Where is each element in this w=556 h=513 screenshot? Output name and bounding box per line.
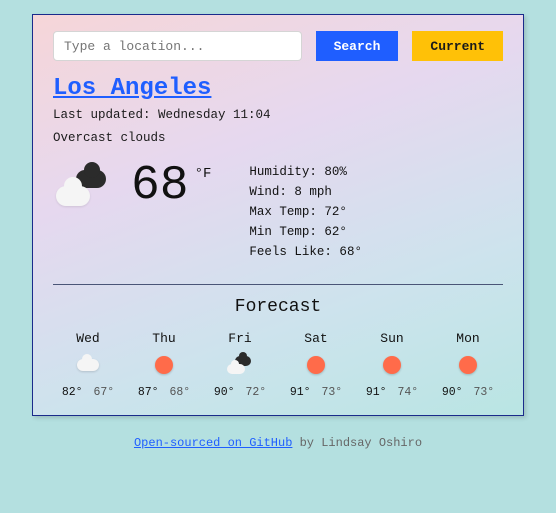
sun-icon [281,352,351,378]
forecast-title: Forecast [53,297,503,317]
forecast-hi: 90° [214,386,235,399]
forecast-lo: 68° [169,386,190,399]
condition-text: Overcast clouds [53,129,503,148]
forecast-temps: 90° 72° [205,386,275,399]
sun-icon [129,352,199,378]
forecast-row: Wed 82° 67° Thu 87° 68° Fri 90° 72° Sat 91° 73°… [53,331,503,399]
forecast-temps: 82° 67° [53,386,123,399]
forecast-temps: 87° 68° [129,386,199,399]
forecast-hi: 87° [138,386,159,399]
forecast-day: Sat 91° 73° [281,331,351,399]
forecast-day-name: Mon [433,331,503,346]
forecast-hi: 91° [290,386,311,399]
search-button[interactable]: Search [316,31,399,61]
search-row: Search Current [53,31,503,61]
forecast-temps: 90° 73° [433,386,503,399]
forecast-hi: 91° [366,386,387,399]
forecast-day: Wed 82° 67° [53,331,123,399]
forecast-day-name: Wed [53,331,123,346]
temperature: 68 °F [131,162,211,210]
github-link[interactable]: Open-sourced on GitHub [134,436,292,450]
forecast-day-name: Thu [129,331,199,346]
forecast-day: Mon 90° 73° [433,331,503,399]
forecast-hi: 82° [62,386,83,399]
forecast-temps: 91° 74° [357,386,427,399]
divider [53,284,503,285]
cloud-icon [53,352,123,378]
forecast-lo: 74° [397,386,418,399]
current-location-button[interactable]: Current [412,31,503,61]
last-updated: Last updated: Wednesday 11:04 [53,106,503,125]
wind: Wind: 8 mph [249,182,362,202]
forecast-day-name: Sat [281,331,351,346]
humidity: Humidity: 80% [249,162,362,182]
temp-unit[interactable]: °F [195,166,212,182]
forecast-day-name: Sun [357,331,427,346]
forecast-day: Sun 91° 74° [357,331,427,399]
forecast-lo: 73° [473,386,494,399]
partly-cloudy-icon [205,352,275,378]
max-temp: Max Temp: 72° [249,202,362,222]
forecast-lo: 73° [321,386,342,399]
footer: Open-sourced on GitHub by Lindsay Oshiro [134,436,422,450]
forecast-day: Thu 87° 68° [129,331,199,399]
current-weather: 68 °F Humidity: 80% Wind: 8 mph Max Temp… [53,162,503,262]
location-name[interactable]: Los Angeles [53,75,503,102]
overcast-icon [53,168,113,208]
forecast-day: Fri 90° 72° [205,331,275,399]
author: by Lindsay Oshiro [292,436,422,450]
min-temp: Min Temp: 62° [249,222,362,242]
weather-details: Humidity: 80% Wind: 8 mph Max Temp: 72° … [249,162,362,262]
forecast-hi: 90° [442,386,463,399]
temp-value: 68 [131,162,189,210]
sun-icon [433,352,503,378]
forecast-day-name: Fri [205,331,275,346]
feels-like: Feels Like: 68° [249,242,362,262]
sun-icon [357,352,427,378]
forecast-temps: 91° 73° [281,386,351,399]
forecast-lo: 67° [93,386,114,399]
forecast-lo: 72° [245,386,266,399]
location-input[interactable] [53,31,302,61]
weather-card: Search Current Los Angeles Last updated:… [32,14,524,416]
